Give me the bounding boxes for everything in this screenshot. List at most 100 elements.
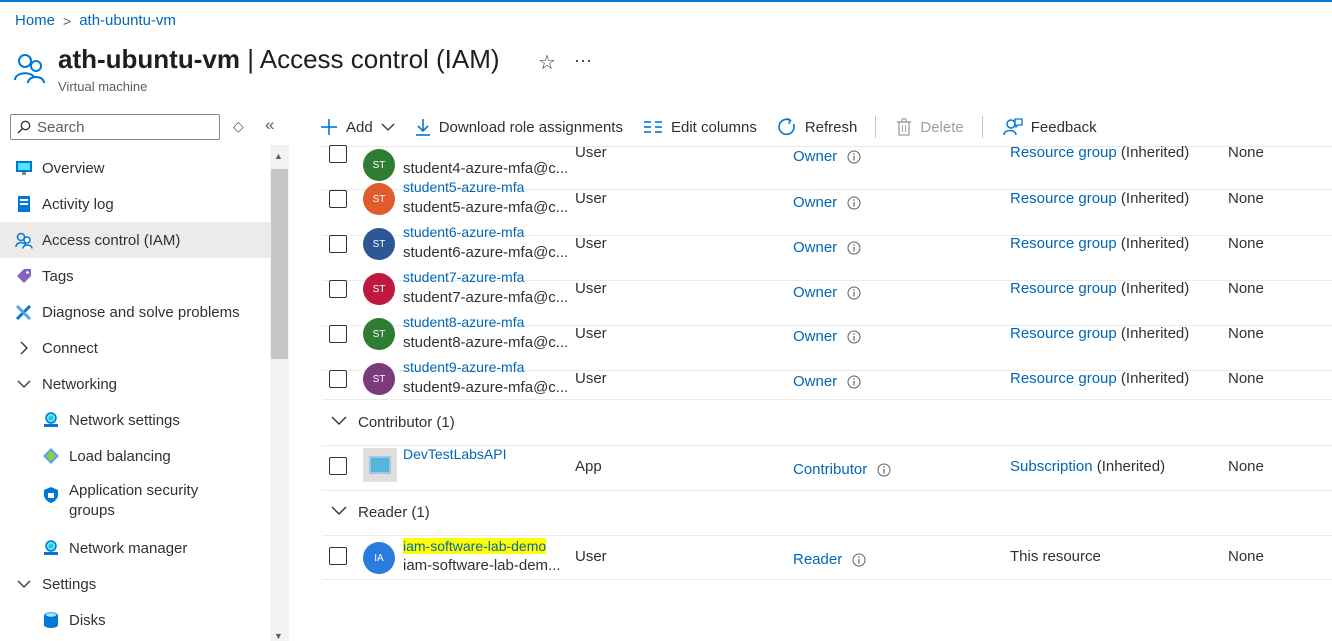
- info-icon[interactable]: [847, 150, 861, 164]
- avatar: ST: [363, 273, 395, 305]
- table-row[interactable]: ST student9-azure-mfa student9-azure-mfa…: [322, 359, 1332, 400]
- sidebar-item-load-balancing[interactable]: Load balancing: [0, 438, 270, 474]
- user-principal: student5-azure-mfa@c...: [403, 199, 569, 216]
- info-icon[interactable]: [847, 241, 861, 255]
- sidebar-item-network-settings[interactable]: Network settings: [0, 402, 270, 438]
- user-principal: student4-azure-mfa@c...: [403, 160, 569, 177]
- scroll-up-icon[interactable]: ▲: [274, 151, 283, 161]
- user-name-link[interactable]: student6-azure-mfa: [403, 224, 524, 240]
- info-icon[interactable]: [852, 553, 866, 567]
- star-icon[interactable]: ☆: [538, 50, 556, 75]
- info-icon[interactable]: [847, 375, 861, 389]
- role-link[interactable]: Owner: [793, 373, 837, 390]
- scope-cell: Resource group (Inherited): [1010, 325, 1190, 342]
- group-header-contributor[interactable]: Contributor (1): [322, 400, 1332, 446]
- feedback-button[interactable]: Feedback: [1002, 117, 1097, 137]
- condition-cell: None: [1228, 325, 1264, 342]
- breadcrumb-home[interactable]: Home: [15, 12, 55, 29]
- role-link[interactable]: Contributor: [793, 461, 867, 478]
- avatar: ST: [363, 318, 395, 350]
- scrollbar-thumb[interactable]: [271, 169, 288, 359]
- row-checkbox[interactable]: [329, 457, 347, 475]
- row-checkbox[interactable]: [329, 547, 347, 565]
- condition-cell: None: [1228, 235, 1264, 252]
- role-link[interactable]: Owner: [793, 148, 837, 165]
- user-name-link[interactable]: student8-azure-mfa: [403, 314, 524, 330]
- sidebar-item-activity-log[interactable]: Activity log: [0, 186, 270, 222]
- condition-cell: None: [1228, 190, 1264, 207]
- scroll-down-icon[interactable]: ▼: [274, 631, 283, 641]
- disk-icon: [42, 611, 60, 629]
- role-link[interactable]: Owner: [793, 328, 837, 345]
- sidebar-item-network-manager[interactable]: Network manager: [0, 530, 270, 566]
- user-principal: iam-software-lab-dem...: [403, 557, 561, 574]
- scope-cell: Resource group (Inherited): [1010, 190, 1190, 207]
- user-name-link[interactable]: student7-azure-mfa: [403, 269, 524, 285]
- search-icon: [17, 120, 31, 134]
- network-icon: [42, 539, 60, 557]
- feedback-icon: [1002, 118, 1023, 136]
- sidebar-item-tags[interactable]: Tags: [0, 258, 270, 294]
- chevron-down-icon: [15, 375, 33, 393]
- download-role-assignments-button[interactable]: Download role assignments: [415, 118, 623, 136]
- role-link[interactable]: Owner: [793, 239, 837, 256]
- edit-columns-button[interactable]: Edit columns: [643, 119, 757, 136]
- sidebar-scrollbar[interactable]: ▲ ▼: [270, 145, 289, 641]
- download-icon: [415, 119, 430, 136]
- user-principal: student7-azure-mfa@c...: [403, 289, 569, 306]
- user-name-link[interactable]: student9-azure-mfa: [403, 359, 524, 375]
- scope-link[interactable]: Resource group: [1010, 280, 1117, 297]
- sidebar-item-settings[interactable]: Settings: [0, 566, 270, 602]
- sidebar-item-overview[interactable]: Overview: [0, 150, 270, 186]
- user-principal: student8-azure-mfa@c...: [403, 334, 569, 351]
- group-header-reader[interactable]: Reader (1): [322, 490, 1332, 536]
- scope-link[interactable]: Subscription: [1010, 458, 1093, 475]
- user-principal: student6-azure-mfa@c...: [403, 244, 569, 261]
- row-checkbox[interactable]: [329, 190, 347, 208]
- role-cell: Reader: [793, 551, 866, 568]
- role-link[interactable]: Reader: [793, 551, 842, 568]
- type-cell: User: [575, 325, 607, 342]
- sidebar-item-diagnose[interactable]: Diagnose and solve problems: [0, 294, 270, 330]
- row-checkbox[interactable]: [329, 280, 347, 298]
- filter-toggle-icon[interactable]: ◇: [233, 118, 244, 135]
- info-icon[interactable]: [877, 463, 891, 477]
- info-icon[interactable]: [847, 330, 861, 344]
- scope-link[interactable]: Resource group: [1010, 370, 1117, 387]
- sidebar-item-networking[interactable]: Networking: [0, 366, 270, 402]
- scope-link[interactable]: Resource group: [1010, 144, 1117, 161]
- row-checkbox[interactable]: [329, 325, 347, 343]
- trash-icon: [897, 118, 912, 136]
- add-button[interactable]: Add: [320, 118, 395, 136]
- sidebar-item-disks[interactable]: Disks: [0, 602, 270, 638]
- scope-link[interactable]: Resource group: [1010, 235, 1117, 252]
- sidebar-item-app-security-groups[interactable]: Application security groups: [0, 474, 270, 530]
- user-name-link[interactable]: iam-software-lab-demo: [403, 538, 547, 554]
- scope-link[interactable]: Resource group: [1010, 190, 1117, 207]
- scope-link[interactable]: Resource group: [1010, 325, 1117, 342]
- type-cell: User: [575, 280, 607, 297]
- info-icon[interactable]: [847, 286, 861, 300]
- row-checkbox[interactable]: [329, 235, 347, 253]
- table-row[interactable]: IA iam-software-lab-demo iam-software-la…: [322, 538, 1332, 580]
- table-row[interactable]: DevTestLabsAPI App Contributor Subscript…: [322, 446, 1332, 491]
- row-checkbox[interactable]: [329, 370, 347, 388]
- top-accent-bar: [0, 0, 1332, 2]
- role-cell: Contributor: [793, 461, 891, 478]
- more-options-button[interactable]: ···: [574, 50, 592, 71]
- info-icon[interactable]: [847, 196, 861, 210]
- refresh-button[interactable]: Refresh: [777, 117, 857, 137]
- breadcrumb-vm[interactable]: ath-ubuntu-vm: [79, 12, 176, 29]
- row-checkbox[interactable]: [329, 145, 347, 163]
- search-input[interactable]: Search: [10, 114, 220, 140]
- breadcrumb-separator: >: [63, 12, 72, 29]
- user-name-link[interactable]: student5-azure-mfa: [403, 179, 524, 195]
- sidebar-item-access-control[interactable]: Access control (IAM): [0, 222, 270, 258]
- role-link[interactable]: Owner: [793, 194, 837, 211]
- collapse-sidebar-button[interactable]: «: [265, 115, 274, 135]
- breadcrumb: Home > ath-ubuntu-vm: [15, 12, 176, 29]
- delete-button[interactable]: Delete: [896, 118, 964, 136]
- sidebar-item-connect[interactable]: Connect: [0, 330, 270, 366]
- role-link[interactable]: Owner: [793, 284, 837, 301]
- app-name-link[interactable]: DevTestLabsAPI: [403, 446, 507, 462]
